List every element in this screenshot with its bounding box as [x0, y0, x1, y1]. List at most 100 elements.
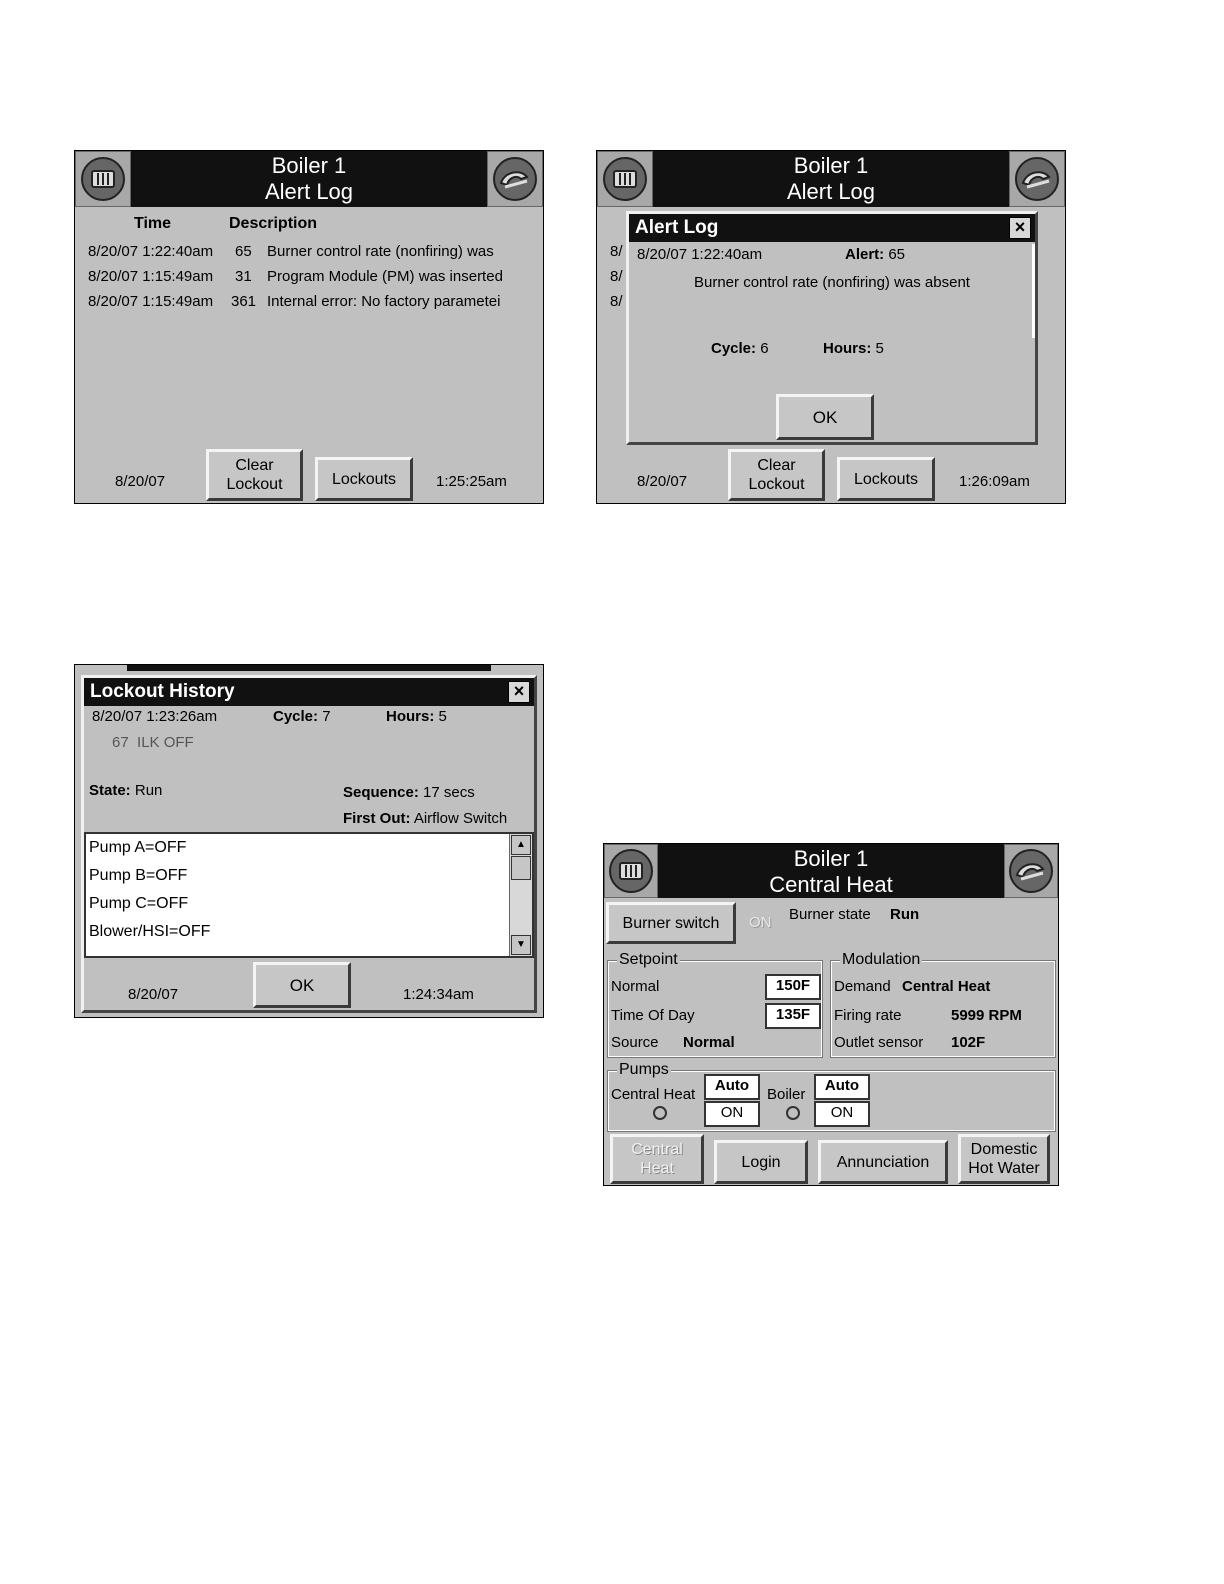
source-value: Normal — [683, 1034, 735, 1051]
lockout-text: ILK OFF — [137, 734, 194, 751]
demand-value: Central Heat — [902, 978, 991, 995]
dialog-scroll-edge — [1032, 244, 1035, 338]
title-bar: Boiler 1 Alert Log — [597, 151, 1065, 207]
alert-label: Alert: — [845, 246, 885, 263]
table-row[interactable]: 8/20/07 1:15:49am — [88, 268, 213, 285]
time-of-day-setpoint-field[interactable]: 135F — [765, 1003, 821, 1029]
configure-button[interactable] — [1004, 844, 1058, 898]
list-item: Pump C=OFF — [89, 895, 189, 912]
home-button[interactable] — [75, 151, 131, 207]
column-header-time: Time — [134, 215, 172, 232]
background-titlebar — [127, 665, 491, 671]
configure-button[interactable] — [1009, 151, 1065, 207]
title-bar: Boiler 1 Alert Log — [75, 151, 543, 207]
boiler-pump-indicator-icon — [786, 1106, 800, 1120]
alert-log-screen: Boiler 1 Alert Log Time Description 8/20… — [74, 150, 544, 504]
domestic-hot-water-button[interactable]: Domestic Hot Water — [958, 1134, 1050, 1184]
first-out-value: Airflow Switch — [413, 810, 508, 827]
burner-switch-button[interactable]: Burner switch — [606, 902, 736, 944]
boiler-pump-label: Boiler — [767, 1086, 806, 1103]
close-button[interactable]: × — [508, 681, 530, 703]
boiler-home-icon — [609, 849, 653, 893]
first-out-label: First Out: — [343, 810, 411, 827]
title-line1: Boiler 1 — [793, 846, 869, 871]
central-heat-pump-mode[interactable]: Auto — [704, 1074, 760, 1100]
central-heat-pump-indicator-icon — [653, 1106, 667, 1120]
central-heat-pump-state[interactable]: ON — [704, 1101, 760, 1127]
boiler-pump-mode[interactable]: Auto — [814, 1074, 870, 1100]
boiler-pump-state[interactable]: ON — [814, 1101, 870, 1127]
configure-icon — [1015, 157, 1059, 201]
cycle-value: 6 — [760, 340, 769, 357]
lockouts-button[interactable]: Lockouts — [315, 457, 413, 501]
normal-setpoint-field[interactable]: 150F — [765, 974, 821, 1000]
hours-value: 5 — [438, 708, 447, 725]
close-button[interactable]: × — [1009, 217, 1031, 239]
outlet-sensor-label: Outlet sensor — [834, 1034, 924, 1051]
time-of-day-label: Time Of Day — [611, 1007, 695, 1024]
pumps-group: Pumps Central Heat Auto ON Boiler Auto O… — [607, 1061, 1056, 1132]
clear-lockout-button[interactable]: Clear Lockout — [728, 449, 825, 501]
configure-icon — [493, 157, 537, 201]
central-heat-button[interactable]: Central Heat — [610, 1134, 704, 1184]
alert-timestamp: 8/20/07 1:22:40am — [637, 246, 763, 263]
burner-state-value: Run — [890, 906, 920, 923]
table-row[interactable]: 8/20/07 1:15:49am — [88, 293, 213, 310]
lockouts-button[interactable]: Lockouts — [837, 457, 935, 501]
footer-date: 8/20/07 — [128, 986, 179, 1003]
table-row-description: Burner control rate (nonfiring) was — [267, 243, 494, 260]
state-value: Run — [134, 782, 163, 799]
ok-button[interactable]: OK — [776, 394, 874, 440]
list-scrollbar[interactable]: ▲ ▼ — [509, 834, 532, 956]
scroll-thumb[interactable] — [511, 856, 531, 880]
background-row: 8/ — [610, 293, 623, 310]
table-row-description: Internal error: No factory parametei — [267, 293, 501, 310]
table-row-description: Program Module (PM) was inserted — [267, 268, 503, 285]
title-line1: Boiler 1 — [793, 153, 869, 178]
list-item: Pump A=OFF — [89, 839, 187, 856]
clear-lockout-button[interactable]: Clear Lockout — [206, 449, 303, 501]
annunciation-button[interactable]: Annunciation — [818, 1140, 948, 1184]
hours-label: Hours: — [823, 340, 872, 357]
title-line1: Boiler 1 — [271, 153, 347, 178]
scroll-up-icon[interactable]: ▲ — [511, 835, 531, 855]
table-row-code: 65 — [235, 243, 252, 260]
outlet-sensor-value: 102F — [951, 1034, 986, 1051]
title-line2: Central Heat — [769, 872, 893, 897]
setpoint-group: Setpoint Normal 150F Time Of Day 135F So… — [607, 951, 823, 1058]
dialog-title: Lockout History — [84, 678, 534, 706]
configure-button[interactable] — [487, 151, 543, 207]
lockout-history-screen: Lockout History × 8/20/07 1:23:26am Cycl… — [74, 664, 544, 1018]
hours-value: 5 — [875, 340, 884, 357]
scroll-down-icon[interactable]: ▼ — [511, 935, 531, 955]
list-item: Blower/HSI=OFF — [89, 923, 211, 940]
footer-time: 1:26:09am — [959, 473, 1030, 490]
footer-time: 1:25:25am — [436, 473, 507, 490]
table-row[interactable]: 8/20/07 1:22:40am — [88, 243, 213, 260]
title-line2: Alert Log — [264, 179, 354, 204]
central-heat-screen: Boiler 1 Central Heat Burner switch ON B… — [603, 843, 1059, 1186]
sequence-value: 17 secs — [423, 784, 475, 801]
footer-date: 8/20/07 — [115, 473, 166, 490]
hours-label: Hours: — [386, 708, 435, 725]
modulation-group-label: Modulation — [840, 951, 923, 969]
list-item: Pump B=OFF — [89, 867, 188, 884]
background-row: 8/ — [610, 243, 623, 260]
footer-time: 1:24:34am — [403, 986, 474, 1003]
cycle-label: Cycle: — [711, 340, 757, 357]
footer-date: 8/20/07 — [637, 473, 688, 490]
central-heat-pump-label: Central Heat — [611, 1086, 696, 1103]
login-button[interactable]: Login — [714, 1140, 808, 1184]
ok-button[interactable]: OK — [253, 962, 351, 1008]
title-line2: Alert Log — [786, 179, 876, 204]
home-button[interactable] — [597, 151, 653, 207]
pumps-group-label: Pumps — [617, 1061, 671, 1079]
table-row-code: 361 — [231, 293, 257, 310]
title-bar: Boiler 1 Central Heat — [604, 844, 1058, 898]
background-row: 8/ — [610, 268, 623, 285]
lockout-history-dialog: Lockout History × 8/20/07 1:23:26am Cycl… — [81, 675, 537, 1013]
home-button[interactable] — [604, 844, 658, 898]
configure-icon — [1009, 849, 1053, 893]
status-list[interactable]: Pump A=OFF Pump B=OFF Pump C=OFF Blower/… — [84, 832, 534, 958]
burner-switch-state: ON — [749, 914, 772, 931]
